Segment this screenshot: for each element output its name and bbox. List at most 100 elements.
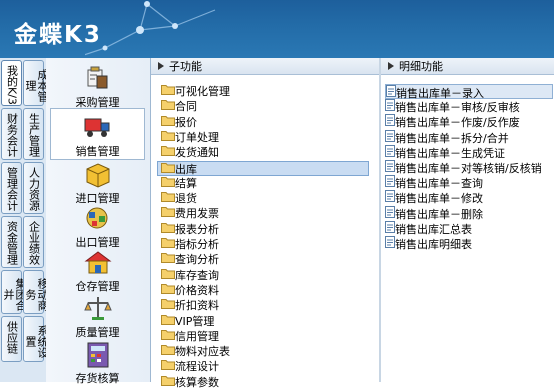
sub-function-item[interactable]: 价格资料 <box>161 283 219 298</box>
category-tab-strip: 我的K/3 财务会计管理会计 资金管理 集团合并 供应链 成本管理生产管理人力资源企业绩效… <box>0 58 49 382</box>
module-warehouse[interactable]: 仓存管理 <box>50 244 145 296</box>
sub-function-item[interactable]: 核算参数 <box>161 375 219 390</box>
sub-function-label: 订单处理 <box>175 130 219 144</box>
folder-icon <box>161 192 175 203</box>
sub-function-item[interactable]: 可视化管理 <box>161 84 230 99</box>
truck-icon <box>84 118 109 137</box>
sub-function-label: 库存查询 <box>175 268 219 282</box>
tab-c1-0[interactable]: 我的K/3 <box>1 60 22 106</box>
sub-function-label: 流程设计 <box>175 360 219 374</box>
tab-label: 生产管理 <box>27 113 41 157</box>
folder-icon <box>161 283 175 294</box>
detail-function-item[interactable]: 销售出库单－修改 <box>385 190 483 205</box>
detail-function-item[interactable]: 销售出库单－生成凭证 <box>385 144 505 160</box>
detail-function-label: 销售出库单－审核/反审核 <box>395 101 520 115</box>
box-icon <box>86 163 109 188</box>
tab-c2-4[interactable]: 移动商务 <box>23 270 49 314</box>
detail-function-item[interactable]: 销售出库单－作废/反作废 <box>385 114 520 129</box>
folder-icon <box>161 130 175 141</box>
tab-label: 移动商务 <box>24 277 49 311</box>
sub-function-item[interactable]: 出库 <box>157 160 369 176</box>
sub-function-label: 信用管理 <box>175 329 219 343</box>
sub-function-item[interactable]: 订单处理 <box>161 130 219 145</box>
tab-label: 系统设置 <box>24 324 49 358</box>
detail-function-item[interactable]: 销售出库单－审核/反审核 <box>385 99 520 114</box>
detail-function-list: 销售出库单－录入 销售出库单－审核/反审核 销售出库单－作废/反作废 销售出库单－拆分… <box>381 76 554 382</box>
detail-function-item[interactable]: 销售出库单－对等核销/反核销 <box>385 160 542 175</box>
sub-function-item[interactable]: VIP管理 <box>161 314 214 329</box>
folder-icon <box>161 314 175 325</box>
detail-function-item[interactable]: 销售出库单－拆分/合并 <box>385 129 509 145</box>
tab-c2-0[interactable]: 成本管理 <box>23 60 49 106</box>
document-icon <box>385 220 395 233</box>
detail-function-label: 销售出库单－录入 <box>396 87 484 100</box>
triangle-right-icon <box>388 62 394 70</box>
sub-function-item[interactable]: 合同 <box>161 99 197 114</box>
sub-function-item[interactable]: 物料对应表 <box>161 344 230 359</box>
tab-c1-2[interactable]: 管理会计 <box>1 162 22 214</box>
tab-label: 财务会计 <box>5 113 19 157</box>
header-banner: 金蝶K3 <box>0 0 554 58</box>
module-calculator[interactable]: 存货核算 <box>50 336 145 388</box>
tab-c1-5[interactable]: 供应链 <box>1 316 22 362</box>
folder-icon <box>161 85 175 95</box>
detail-function-item[interactable]: 销售出库单－查询 <box>385 175 483 190</box>
tab-c2-2[interactable]: 人力资源 <box>23 162 44 214</box>
sub-function-item[interactable]: 库存查询 <box>161 268 219 283</box>
tab-label: 成本管理 <box>24 68 49 102</box>
tab-label: 企业绩效 <box>27 221 41 265</box>
calculator-icon <box>87 342 108 368</box>
tab-label: 我的K/3 <box>5 65 19 105</box>
detail-function-item[interactable]: 销售出库汇总表 <box>385 220 472 236</box>
warehouse-icon <box>84 251 111 274</box>
detail-function-title: 明细功能 <box>399 60 443 73</box>
sub-function-item[interactable]: 报价 <box>161 115 197 130</box>
sub-function-label: 费用发票 <box>175 207 219 221</box>
sub-function-item[interactable]: 报表分析 <box>161 222 219 237</box>
folder-icon <box>161 100 175 111</box>
module-scale[interactable]: 质量管理 <box>50 290 145 342</box>
sub-function-label: 结算 <box>175 176 197 190</box>
folder-icon <box>161 207 175 218</box>
sub-function-item[interactable]: 流程设计 <box>161 359 219 374</box>
document-icon <box>385 144 395 157</box>
sub-function-item[interactable]: 退货 <box>161 191 197 206</box>
tab-c1-4[interactable]: 集团合并 <box>1 270 27 314</box>
tab-c2-3[interactable]: 企业绩效 <box>23 216 44 268</box>
sub-function-item[interactable]: 发货通知 <box>161 145 219 160</box>
detail-function-label: 销售出库单－生成凭证 <box>395 146 505 160</box>
sub-function-label: 核算参数 <box>175 375 219 389</box>
folder-icon <box>161 375 175 386</box>
detail-function-label: 销售出库单－查询 <box>395 177 483 191</box>
folder-icon <box>161 345 175 356</box>
tab-c1-1[interactable]: 财务会计 <box>1 108 22 160</box>
tab-label: 人力资源 <box>27 167 41 211</box>
module-label: 存货核算 <box>75 372 120 385</box>
detail-function-item[interactable]: 销售出库明细表 <box>385 236 472 251</box>
document-icon <box>385 160 395 172</box>
scale-icon <box>83 297 112 320</box>
sub-function-label: 退货 <box>175 192 197 206</box>
tab-c1-3[interactable]: 资金管理 <box>1 216 22 268</box>
sub-function-label: 价格资料 <box>175 283 219 297</box>
folder-icon <box>161 299 175 310</box>
tab-c2-5[interactable]: 系统设置 <box>23 316 49 362</box>
sub-function-item[interactable]: 查询分析 <box>161 252 219 267</box>
detail-function-item[interactable]: 销售出库单－删除 <box>385 205 483 221</box>
document-icon <box>385 175 395 188</box>
folder-icon <box>161 162 175 173</box>
detail-function-label: 销售出库汇总表 <box>395 222 472 236</box>
sub-function-item[interactable]: 折扣资料 <box>161 298 219 313</box>
sub-function-item[interactable]: 结算 <box>161 176 197 191</box>
module-truck[interactable]: 销售管理 <box>50 108 145 160</box>
detail-function-label: 销售出库单－对等核销/反核销 <box>395 162 542 175</box>
folder-icon <box>161 268 175 279</box>
sub-function-item[interactable]: 信用管理 <box>161 329 219 344</box>
sub-function-item[interactable]: 指标分析 <box>161 237 219 252</box>
sub-function-label: 指标分析 <box>175 238 219 251</box>
tab-c2-1[interactable]: 生产管理 <box>23 108 44 160</box>
document-icon <box>386 85 396 97</box>
module-purchase[interactable]: 采购管理 <box>50 60 145 112</box>
detail-function-item[interactable]: 销售出库单－录入 <box>385 84 553 100</box>
sub-function-item[interactable]: 费用发票 <box>161 206 219 221</box>
